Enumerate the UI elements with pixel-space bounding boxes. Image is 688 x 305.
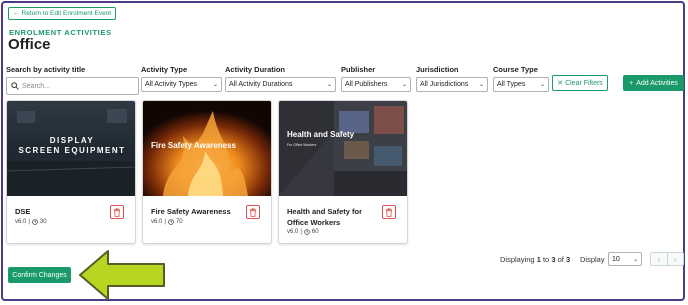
course-type-label: Course Type bbox=[493, 65, 538, 74]
activity-meta: v6.0 | 30 bbox=[15, 219, 47, 225]
duration-label: 60 bbox=[311, 229, 319, 235]
activity-card-dse[interactable]: DISPLAY SCREEN EQUIPMENT DSE v6.0 | 30 bbox=[6, 100, 136, 244]
clear-filters-label: Clear Filters bbox=[565, 79, 603, 87]
publisher-select[interactable]: All Publishers ⌄ bbox=[341, 77, 411, 92]
pointer-arrow-icon bbox=[79, 250, 165, 300]
version-label: v6.0 bbox=[151, 219, 163, 225]
clock-icon bbox=[304, 229, 310, 235]
activity-thumbnail: Fire Safety Awareness bbox=[143, 101, 271, 196]
duration-label: 30 bbox=[39, 219, 47, 225]
publisher-label: Publisher bbox=[341, 65, 376, 74]
thumb-subtitle: For Office Workers bbox=[287, 143, 317, 147]
search-input[interactable]: Search... bbox=[6, 77, 139, 95]
course-type-value: All Types bbox=[497, 81, 526, 88]
chevron-down-icon: ⌄ bbox=[478, 82, 484, 88]
jurisdiction-value: All Jurisdictions bbox=[420, 81, 469, 88]
chevron-down-icon: ⌄ bbox=[632, 256, 638, 263]
prev-page-button[interactable]: ‹ bbox=[651, 253, 667, 265]
delete-activity-button[interactable] bbox=[110, 205, 124, 219]
confirm-changes-label: Confirm Changes bbox=[12, 271, 67, 279]
chevron-down-icon: ⌄ bbox=[539, 82, 545, 88]
per-page-select[interactable]: 10 ⌄ bbox=[608, 252, 642, 266]
pagination-summary: Displaying 1 to 3 of 3 bbox=[500, 255, 571, 264]
next-page-button[interactable]: › bbox=[666, 253, 684, 265]
version-label: v6.0 bbox=[287, 229, 299, 235]
chevron-down-icon: ⌄ bbox=[401, 82, 407, 88]
duration-label: 70 bbox=[175, 219, 183, 225]
clear-filters-button[interactable]: ✕ Clear Filters bbox=[552, 75, 608, 91]
activity-duration-label: Activity Duration bbox=[225, 65, 286, 74]
course-type-select[interactable]: All Types ⌄ bbox=[493, 77, 549, 92]
activity-type-filter: Activity Type All Activity Types ⌄ bbox=[141, 65, 222, 92]
clock-icon bbox=[32, 219, 38, 225]
thumb-line-2: SCREEN EQUIPMENT bbox=[18, 146, 126, 155]
activity-title: Fire Safety Awareness bbox=[151, 207, 231, 216]
course-type-filter: Course Type All Types ⌄ bbox=[493, 65, 549, 92]
return-to-edit-button[interactable]: ← Return to Edit Enrolment Event bbox=[8, 7, 117, 20]
close-icon: ✕ bbox=[557, 80, 564, 87]
search-label: Search by activity title bbox=[6, 65, 86, 74]
activity-thumbnail: DISPLAY SCREEN EQUIPMENT bbox=[7, 101, 135, 196]
activity-type-select[interactable]: All Activity Types ⌄ bbox=[141, 77, 222, 92]
publisher-value: All Publishers bbox=[345, 81, 388, 88]
per-page-value: 10 bbox=[612, 255, 620, 263]
page-navigation: ‹ › bbox=[650, 252, 684, 266]
delete-activity-button[interactable] bbox=[246, 205, 260, 219]
arrow-left-icon: ← bbox=[13, 10, 20, 17]
trash-icon bbox=[113, 207, 121, 217]
activity-type-label: Activity Type bbox=[141, 65, 188, 74]
thumb-title: Fire Safety Awareness bbox=[151, 141, 236, 150]
activity-meta: v6.0 | 70 bbox=[151, 219, 183, 225]
jurisdiction-filter: Jurisdiction All Jurisdictions ⌄ bbox=[416, 65, 488, 92]
trash-icon bbox=[385, 207, 393, 217]
clock-icon bbox=[168, 219, 174, 225]
activity-card-fire-safety[interactable]: Fire Safety Awareness Fire Safety Awaren… bbox=[142, 100, 272, 244]
activity-title: Health and Safety for Office Workers bbox=[287, 207, 363, 227]
office-graphic bbox=[279, 101, 407, 196]
add-activities-button[interactable]: + Add Activities bbox=[623, 75, 684, 91]
version-label: v6.0 bbox=[15, 219, 27, 225]
activity-title: DSE bbox=[15, 207, 31, 216]
thumb-line-1: DISPLAY bbox=[49, 136, 95, 145]
search-icon bbox=[11, 82, 19, 90]
activity-duration-filter: Activity Duration All Activity Durations… bbox=[225, 65, 336, 92]
chevron-down-icon: ⌄ bbox=[212, 82, 218, 88]
jurisdiction-label: Jurisdiction bbox=[416, 65, 459, 74]
plus-icon: + bbox=[629, 79, 634, 87]
activity-meta: v6.0 | 60 bbox=[287, 229, 319, 235]
confirm-changes-button[interactable]: Confirm Changes bbox=[8, 267, 71, 283]
jurisdiction-select[interactable]: All Jurisdictions ⌄ bbox=[416, 77, 488, 92]
display-label: Display bbox=[580, 255, 605, 264]
activity-type-value: All Activity Types bbox=[145, 81, 198, 88]
search-filter: Search by activity title Search... bbox=[6, 65, 139, 95]
return-to-edit-label: Return to Edit Enrolment Event bbox=[21, 10, 112, 17]
app-frame: ← Return to Edit Enrolment Event ENROLME… bbox=[1, 1, 685, 301]
activity-card-health-safety[interactable]: Health and Safety For Office Workers Hea… bbox=[278, 100, 408, 244]
thumb-title: Health and Safety bbox=[287, 130, 355, 139]
page-title: Office bbox=[8, 36, 51, 53]
activity-thumbnail: Health and Safety For Office Workers bbox=[279, 101, 407, 196]
search-placeholder: Search... bbox=[22, 82, 51, 90]
add-activities-label: Add Activities bbox=[636, 79, 678, 87]
chevron-down-icon: ⌄ bbox=[326, 82, 332, 88]
trash-icon bbox=[249, 207, 257, 217]
publisher-filter: Publisher All Publishers ⌄ bbox=[341, 65, 411, 92]
delete-activity-button[interactable] bbox=[382, 205, 396, 219]
activity-duration-select[interactable]: All Activity Durations ⌄ bbox=[225, 77, 336, 92]
activity-duration-value: All Activity Durations bbox=[229, 81, 293, 88]
